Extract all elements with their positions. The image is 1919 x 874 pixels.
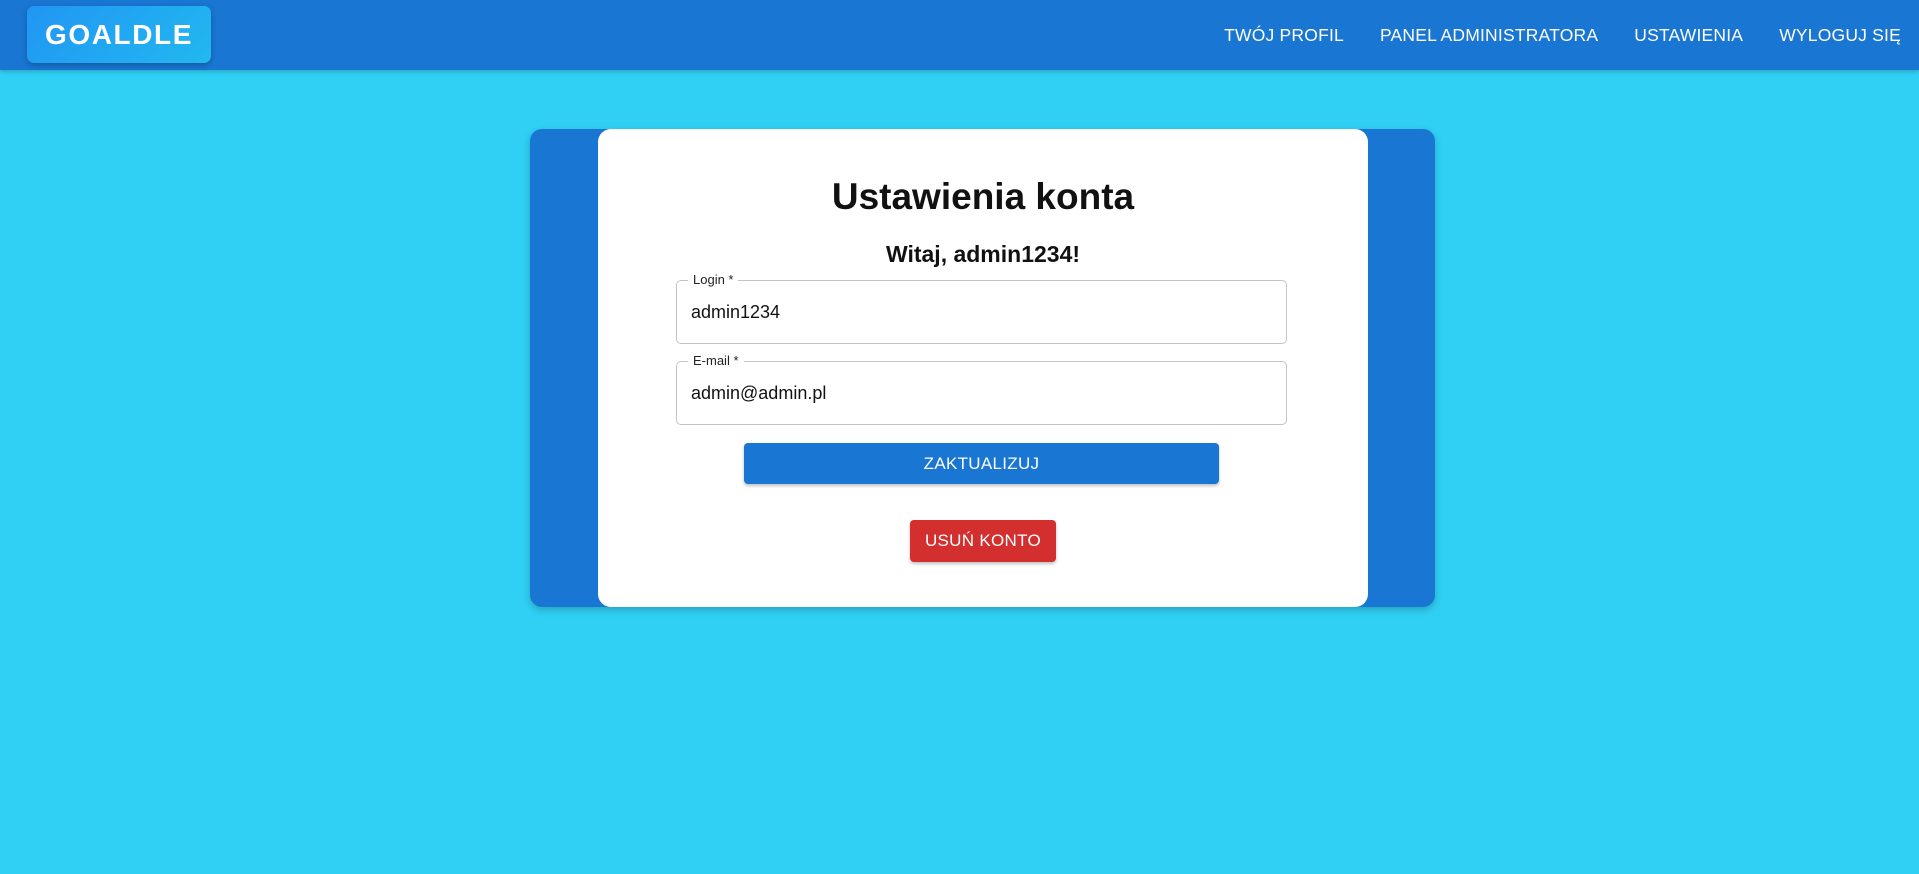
nav-settings[interactable]: USTAWIENIA: [1634, 25, 1743, 46]
email-field: E-mail *: [676, 353, 1287, 425]
delete-account-button[interactable]: USUŃ KONTO: [910, 520, 1056, 562]
page-title: Ustawienia konta: [831, 176, 1135, 217]
login-input[interactable]: [691, 281, 1271, 343]
settings-card-frame: Ustawienia konta Witaj, admin1234! Login…: [530, 129, 1435, 607]
nav-admin-panel[interactable]: PANEL ADMINISTRATORA: [1380, 25, 1598, 46]
login-field: Login *: [676, 272, 1287, 344]
settings-card: Ustawienia konta Witaj, admin1234! Login…: [598, 129, 1368, 607]
nav-logout[interactable]: WYLOGUJ SIĘ: [1779, 25, 1901, 46]
update-button[interactable]: ZAKTUALIZUJ: [744, 443, 1219, 484]
email-input[interactable]: [691, 362, 1271, 424]
app-bar: GOALDLE TWÓJ PROFIL PANEL ADMINISTRATORA…: [0, 0, 1919, 70]
logo-button[interactable]: GOALDLE: [27, 6, 211, 63]
nav-profile[interactable]: TWÓJ PROFIL: [1224, 25, 1344, 46]
greeting-text: Witaj, admin1234!: [885, 241, 1081, 267]
main-nav: TWÓJ PROFIL PANEL ADMINISTRATORA USTAWIE…: [1188, 0, 1901, 70]
